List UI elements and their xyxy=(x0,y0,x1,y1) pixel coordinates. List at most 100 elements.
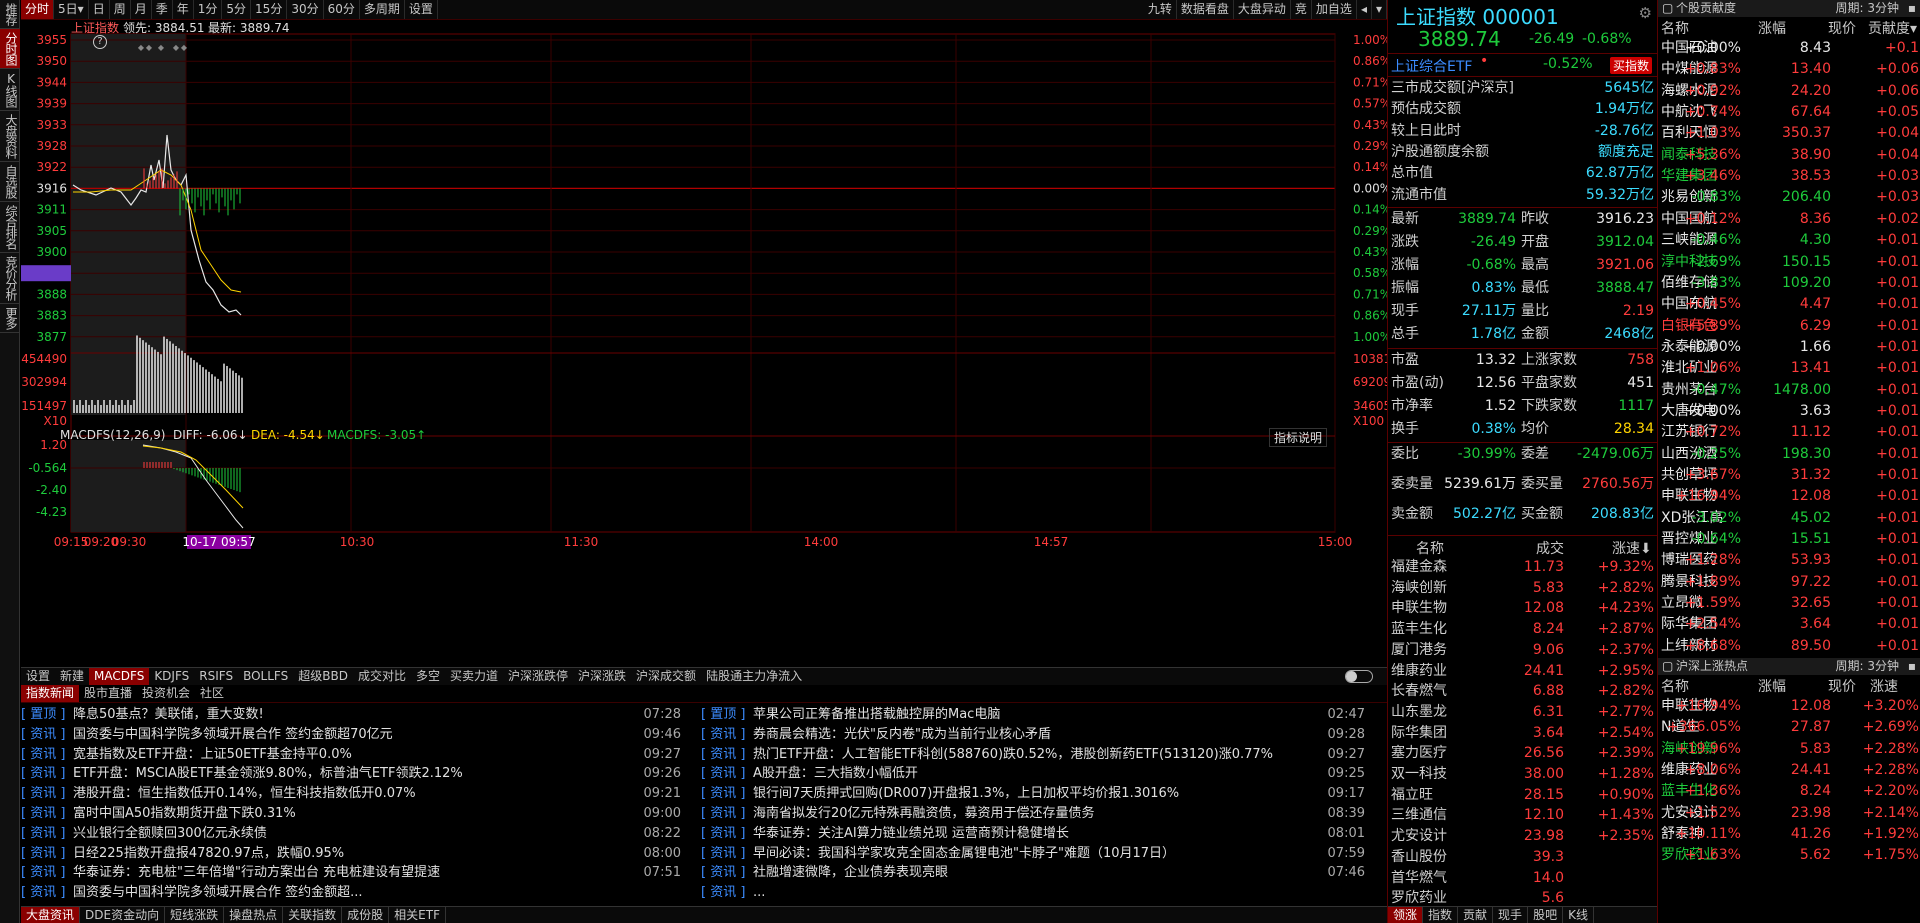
news-item[interactable]: [ 资讯 ] 华泰证券：充电桩"三年倍增"行动方案出台 充电桩建设有望提速 07:5… xyxy=(21,862,681,883)
stock-name[interactable]: 福建金森 xyxy=(1391,557,1447,578)
bottom-tab-5[interactable]: 成份股 xyxy=(342,907,390,923)
news-item[interactable]: [ 资讯 ] 宽基指数及ETF开盘：上证50ETF基金持平0.0% 09:27 xyxy=(21,744,681,765)
stock-name[interactable]: 蓝丰生化 xyxy=(1391,619,1447,640)
list-item[interactable]: 维康药业 24.41 +2.95% xyxy=(1388,661,1658,682)
list-item[interactable]: 蓝丰生化 8.24 +2.87% xyxy=(1388,619,1658,640)
news-item[interactable]: [ 资讯 ] 社融增速微降，企业债券表现亮眼 07:46 xyxy=(701,862,1365,883)
quote-tab-5[interactable]: K线 xyxy=(1563,907,1594,923)
news-title[interactable]: 降息50基点？美联储，重大变数! xyxy=(73,704,633,725)
toolbar-right-btn-6[interactable]: ▾ xyxy=(1372,0,1387,19)
toolbar-btn-3[interactable]: 周 xyxy=(110,0,131,19)
toolbar-right-btn-2[interactable]: 大盘异动 xyxy=(1234,0,1291,19)
news-title[interactable]: 国资委与中国科学院多领域开展合作 签约金额超70亿元 xyxy=(73,724,633,745)
stock-name[interactable]: 双一科技 xyxy=(1391,764,1447,785)
list-item[interactable]: 维康药业 +8.06% 24.41 +2.28% xyxy=(1658,760,1920,781)
list-item[interactable]: 贵州茅台 -0.47% 1478.00 +0.01 xyxy=(1658,380,1920,401)
indicator-tab-6[interactable]: 超级BBD xyxy=(293,668,353,685)
news-item[interactable]: [ 资讯 ] 国资委与中国科学院多领域开展合作 签约金额超70亿元 09:46 xyxy=(21,724,681,745)
list-item[interactable]: 中煤能源 +0.83% 13.40 +0.06 xyxy=(1658,59,1920,80)
list-item[interactable]: 晋控煤业 -0.64% 15.51 +0.01 xyxy=(1658,529,1920,550)
list-item[interactable]: 中国国航 +0.12% 8.36 +0.02 xyxy=(1658,209,1920,230)
list-item[interactable]: 山西汾酒 -0.25% 198.30 +0.01 xyxy=(1658,444,1920,465)
toolbar-btn-9[interactable]: 15分 xyxy=(251,0,288,19)
vtab-1[interactable]: 分时图 xyxy=(0,29,20,69)
stock-name[interactable]: 三维通信 xyxy=(1391,805,1447,826)
col-contrib[interactable]: 贡献度▾ xyxy=(1868,18,1917,38)
list-item[interactable]: N道生 +366.05% 27.87 +2.69% xyxy=(1658,717,1920,738)
indicator-tab-9[interactable]: 买卖力道 xyxy=(445,668,503,685)
stock-name[interactable]: 福立旺 xyxy=(1391,785,1433,806)
contrib-period[interactable]: 周期: 3分钟 xyxy=(1836,0,1900,17)
indicator-tab-5[interactable]: BOLLFS xyxy=(238,668,293,685)
news-item[interactable]: [ 资讯 ]... xyxy=(701,882,1365,903)
list-item[interactable]: 舒泰神 +10.11% 41.26 +1.92% xyxy=(1658,824,1920,845)
toolbar-btn-5[interactable]: 季 xyxy=(152,0,173,19)
list-item[interactable]: 长春燃气 6.88 +2.82% xyxy=(1388,681,1658,702)
news-title[interactable]: 社融增速微降，企业债券表现亮眼 xyxy=(753,862,1313,883)
list-item[interactable]: 际华集团 +2.54% 3.64 +0.01 xyxy=(1658,614,1920,635)
stock-name[interactable]: 际华集团 xyxy=(1391,723,1447,744)
list-item[interactable]: 大唐发电 +0.00% 3.63 +0.01 xyxy=(1658,401,1920,422)
list-item[interactable]: 百利天恒 +1.03% 350.37 +0.04 xyxy=(1658,123,1920,144)
list-item[interactable]: 三峡能源 -0.46% 4.30 +0.01 xyxy=(1658,230,1920,251)
vtab-5[interactable]: 综合排名 xyxy=(0,202,20,253)
list-item[interactable]: 尤安设计 23.98 +2.35% xyxy=(1388,826,1658,847)
toolbar-right-btn-4[interactable]: 加自选 xyxy=(1312,0,1357,19)
stock-name[interactable]: 申联生物 xyxy=(1391,598,1447,619)
help-icon[interactable]: ? xyxy=(93,35,107,49)
news-title[interactable]: ... xyxy=(753,882,1313,903)
stock-name[interactable]: 海峡创新 xyxy=(1391,578,1447,599)
news-title[interactable]: 海南省拟发行20亿元特殊再融资债，募资用于偿还存量债务 xyxy=(753,803,1313,824)
vtab-0[interactable]: 推荐 xyxy=(0,0,20,29)
bottom-tab-2[interactable]: 短线涨跌 xyxy=(165,907,225,923)
stock-name[interactable]: 山东墨龙 xyxy=(1391,702,1447,723)
list-item[interactable]: 尤安设计 +1.52% 23.98 +2.14% xyxy=(1658,803,1920,824)
news-item[interactable]: [ 资讯 ] 兴业银行全额赎回300亿元永续债 08:22 xyxy=(21,823,681,844)
list-item[interactable]: 淳中科技 -2.69% 150.15 +0.01 xyxy=(1658,252,1920,273)
news-title[interactable]: 券商晨会精选：光伏"反内卷"成为当前行业核心矛盾 xyxy=(753,724,1313,745)
list-item[interactable]: 首华燃气 14.0 xyxy=(1388,868,1658,889)
stock-name[interactable]: 尤安设计 xyxy=(1391,826,1447,847)
quote-tab-0[interactable]: 领涨 xyxy=(1388,907,1424,923)
quote-tab-2[interactable]: 贡献 xyxy=(1458,907,1494,923)
list-item[interactable]: 罗欣药业 +1.63% 5.62 +1.75% xyxy=(1658,845,1920,866)
toolbar-btn-12[interactable]: 多周期 xyxy=(360,0,405,19)
buy-index-button[interactable]: 买指数 xyxy=(1610,57,1653,74)
news-item[interactable]: [ 资讯 ] 热门ETF开盘：人工智能ETF科创(588760)跌0.52%，港股… xyxy=(701,744,1365,765)
news-tab-2[interactable]: 投资机会 xyxy=(137,685,195,702)
list-item[interactable]: 江苏银行 +0.72% 11.12 +0.01 xyxy=(1658,422,1920,443)
news-item[interactable]: [ 资讯 ] 华泰证券：关注AI算力链业绩兑现 运营商预计稳健增长 08:01 xyxy=(701,823,1365,844)
etf-label[interactable]: 上证综合ETF xyxy=(1391,56,1472,76)
list-item[interactable]: 中航沈飞 +0.74% 67.64 +0.05 xyxy=(1658,102,1920,123)
toolbar-btn-11[interactable]: 60分 xyxy=(324,0,360,19)
list-item[interactable]: 华建集团 +3.46% 38.53 +0.03 xyxy=(1658,166,1920,187)
list-item[interactable]: 闻泰科技 +5.36% 38.90 +0.04 xyxy=(1658,145,1920,166)
list-item[interactable]: 厦门港务 9.06 +2.37% xyxy=(1388,640,1658,661)
quote-tab-3[interactable]: 现手 xyxy=(1493,907,1529,923)
chart-canvas[interactable]: 3955 1.00% 3950 0.86% 3944 0.71% 3939 0.57% 3933… xyxy=(21,20,1387,668)
list-item[interactable]: 海螺水泥 +0.92% 24.20 +0.06 xyxy=(1658,81,1920,102)
news-item[interactable]: [ 置顶 ] 降息50基点？美联储，重大变数! 07:28 xyxy=(21,704,681,725)
indicator-tab-8[interactable]: 多空 xyxy=(411,668,445,685)
indicator-help-button[interactable]: 指标说明 xyxy=(1269,428,1328,447)
toolbar-right-btn-3[interactable]: 竞 xyxy=(1291,0,1312,19)
list-item[interactable]: 佰维存储 -3.83% 109.20 +0.01 xyxy=(1658,273,1920,294)
list-item[interactable]: 福建金森 11.73 +9.32% xyxy=(1388,557,1658,578)
news-item[interactable]: [ 资讯 ] 银行间7天质押式回购(DR007)开盘报1.3%，上日加权平均价报1… xyxy=(701,783,1365,804)
toolbar-btn-8[interactable]: 5分 xyxy=(222,0,252,19)
indicator-tab-0[interactable]: 设置 xyxy=(21,668,55,685)
toolbar-btn-7[interactable]: 1分 xyxy=(194,0,223,19)
indicator-tab-12[interactable]: 沪深成交额 xyxy=(631,668,701,685)
toolbar-btn-0[interactable]: 分时 xyxy=(21,0,55,19)
news-title[interactable]: 富时中国A50指数期货开盘下跌0.31% xyxy=(73,803,633,824)
quote-tab-4[interactable]: 股吧 xyxy=(1528,907,1564,923)
list-item[interactable]: 中国东航 +0.45% 4.47 +0.01 xyxy=(1658,294,1920,315)
list-item[interactable]: 海峡创新 +19.96% 5.83 +2.28% xyxy=(1658,739,1920,760)
indicator-tab-3[interactable]: KDJFS xyxy=(149,668,194,685)
bottom-tab-4[interactable]: 关联指数 xyxy=(283,907,343,923)
stock-name[interactable]: 维康药业 xyxy=(1391,661,1447,682)
news-item[interactable]: [ 资讯 ] 港股开盘：恒生指数低开0.14%，恒生科技指数低开0.07% 09:2… xyxy=(21,783,681,804)
list-item[interactable]: 双一科技 38.00 +1.28% xyxy=(1388,764,1658,785)
indicator-tab-2[interactable]: MACDFS xyxy=(89,668,150,685)
hot-period[interactable]: 周期: 3分钟 xyxy=(1836,658,1900,675)
